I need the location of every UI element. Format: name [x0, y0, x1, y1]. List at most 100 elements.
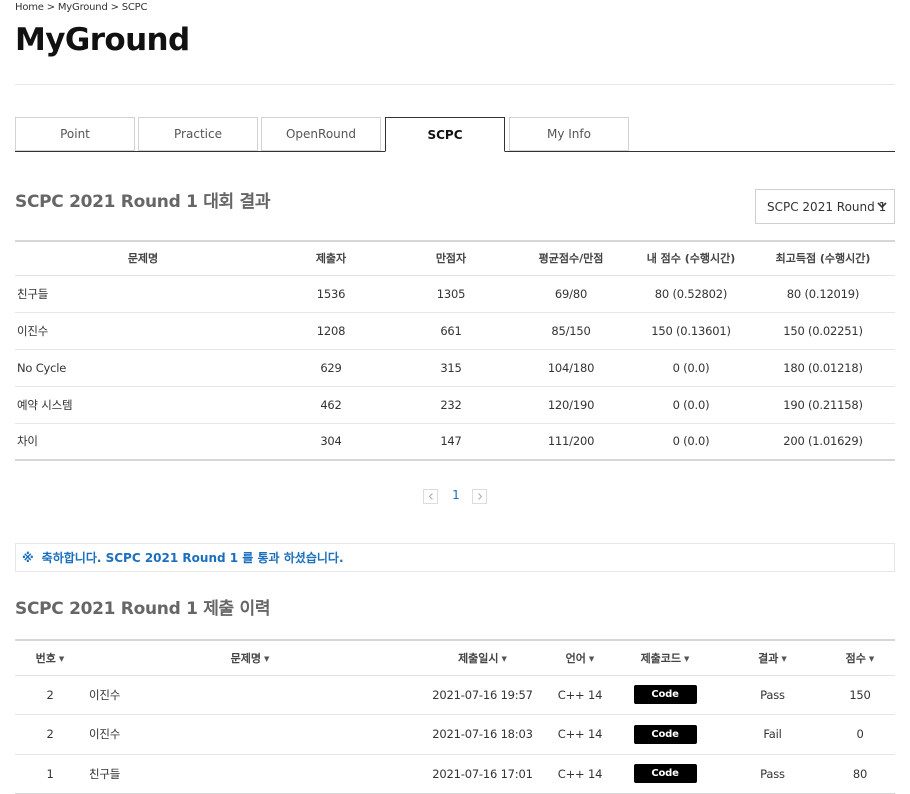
average-score: 111/200 [511, 423, 631, 461]
problem-name: 예약 시스템 [15, 386, 271, 424]
problem-name: 이진수 [85, 714, 415, 755]
perfect-scorers: 1305 [391, 275, 511, 313]
pagination: 1 [423, 488, 489, 504]
submission-history-table: 번호 ▼ 문제명 ▼ 제출일시 ▼ 언어 ▼ 제출코드 ▼ 결과 ▼ 점수 ▼ 2 이진수 2… [15, 639, 895, 794]
problem-name: 차이 [15, 423, 271, 461]
chevron-right-icon [477, 493, 482, 500]
sort-down-icon: ▼ [263, 654, 270, 663]
top-score: 200 (1.01629) [751, 423, 895, 461]
my-score: 0 (0.0) [631, 423, 751, 461]
result: Pass [720, 754, 825, 794]
submitters: 1536 [271, 275, 391, 313]
column-header-sortable[interactable]: 점수 ▼ [825, 640, 895, 676]
tab-scpc[interactable]: SCPC [385, 117, 505, 152]
column-header-sortable[interactable]: 결과 ▼ [720, 640, 825, 676]
result: Fail [720, 714, 825, 755]
tab-my-info[interactable]: My Info [509, 117, 629, 151]
score: 0 [825, 714, 895, 755]
results-title: SCPC 2021 Round 1 대회 결과 [15, 192, 271, 212]
average-score: 69/80 [511, 275, 631, 313]
submitters: 304 [271, 423, 391, 461]
submitters: 629 [271, 349, 391, 387]
column-header-sortable[interactable]: 문제명 ▼ [85, 640, 415, 676]
table-row: 1 친구들 2021-07-16 17:01 C++ 14 Code Pass … [15, 754, 895, 794]
problem-name: 친구들 [85, 754, 415, 794]
my-score: 150 (0.13601) [631, 312, 751, 350]
history-header-row: 번호 ▼ 문제명 ▼ 제출일시 ▼ 언어 ▼ 제출코드 ▼ 결과 ▼ 점수 ▼ [15, 640, 895, 676]
table-row: 차이 304 147 111/200 0 (0.0) 200 (1.01629) [15, 423, 895, 461]
round-select[interactable]: SCPC 2021 Round 1 [755, 189, 895, 224]
column-header: 제출자 [271, 241, 391, 276]
column-header: 문제명 [15, 241, 271, 276]
problem-name: 이진수 [15, 312, 271, 350]
table-row: 2 이진수 2021-07-16 18:03 C++ 14 Code Fail … [15, 714, 895, 755]
results-table: 문제명 제출자 만점자 평균점수/만점 내 점수 (수행시간) 최고득점 (수행… [15, 240, 895, 461]
submission-date: 2021-07-16 17:01 [415, 754, 550, 794]
code-cell: Code [610, 675, 720, 715]
column-header-sortable[interactable]: 제출코드 ▼ [610, 640, 720, 676]
column-header-sortable[interactable]: 번호 ▼ [15, 640, 85, 676]
sort-down-icon: ▼ [58, 654, 65, 663]
average-score: 104/180 [511, 349, 631, 387]
column-header-sortable[interactable]: 언어 ▼ [550, 640, 610, 676]
score: 80 [825, 754, 895, 794]
page-title: MyGround [15, 22, 190, 58]
sort-down-icon: ▼ [588, 654, 595, 663]
column-header-sortable[interactable]: 제출일시 ▼ [415, 640, 550, 676]
my-score: 0 (0.0) [631, 386, 751, 424]
language: C++ 14 [550, 714, 610, 755]
sort-down-icon: ▼ [781, 654, 787, 663]
average-score: 85/150 [511, 312, 631, 350]
language: C++ 14 [550, 754, 610, 794]
page-number[interactable]: 1 [450, 488, 462, 502]
problem-name: 이진수 [85, 675, 415, 715]
top-score: 80 (0.12019) [751, 275, 895, 313]
notice-text: 축하합니다. SCPC 2021 Round 1 를 통과 하셨습니다. [41, 551, 344, 565]
my-score: 80 (0.52802) [631, 275, 751, 313]
pass-notice: ※ 축하합니다. SCPC 2021 Round 1 를 통과 하셨습니다. [15, 543, 895, 572]
top-score: 190 (0.21158) [751, 386, 895, 424]
table-row: 예약 시스템 462 232 120/190 0 (0.0) 190 (0.21… [15, 386, 895, 424]
top-score: 150 (0.02251) [751, 312, 895, 350]
submitters: 1208 [271, 312, 391, 350]
code-cell: Code [610, 754, 720, 794]
my-score: 0 (0.0) [631, 349, 751, 387]
language: C++ 14 [550, 675, 610, 715]
code-cell: Code [610, 714, 720, 755]
chevron-left-icon [428, 493, 433, 500]
submitters: 462 [271, 386, 391, 424]
code-button[interactable]: Code [633, 724, 697, 744]
results-header-row: 문제명 제출자 만점자 평균점수/만점 내 점수 (수행시간) 최고득점 (수행… [15, 241, 895, 276]
result: Pass [720, 675, 825, 715]
tab-point[interactable]: Point [15, 117, 135, 151]
problem-name: No Cycle [15, 349, 271, 387]
table-row: 2 이진수 2021-07-16 19:57 C++ 14 Code Pass … [15, 675, 895, 715]
top-score: 180 (0.01218) [751, 349, 895, 387]
sort-down-icon: ▼ [501, 654, 507, 663]
perfect-scorers: 315 [391, 349, 511, 387]
code-button[interactable]: Code [633, 685, 697, 705]
column-header: 평균점수/만점 [511, 241, 631, 276]
round-select-value: SCPC 2021 Round 1 [767, 199, 887, 214]
code-button[interactable]: Code [633, 764, 697, 783]
perfect-scorers: 661 [391, 312, 511, 350]
notice-mark: ※ [22, 550, 34, 565]
chevron-down-icon [877, 202, 887, 209]
tab-practice[interactable]: Practice [138, 117, 258, 151]
next-page-button[interactable] [472, 489, 487, 504]
tab-openround[interactable]: OpenRound [261, 117, 381, 151]
tab-bar: Point Practice OpenRound SCPC My Info [15, 117, 895, 152]
perfect-scorers: 147 [391, 423, 511, 461]
score: 150 [825, 675, 895, 715]
table-row: No Cycle 629 315 104/180 0 (0.0) 180 (0.… [15, 349, 895, 387]
column-header: 최고득점 (수행시간) [751, 241, 895, 276]
sort-down-icon: ▼ [684, 654, 690, 663]
table-row: 친구들 1536 1305 69/80 80 (0.52802) 80 (0.1… [15, 275, 895, 313]
perfect-scorers: 232 [391, 386, 511, 424]
column-header: 내 점수 (수행시간) [631, 241, 751, 276]
prev-page-button[interactable] [423, 489, 438, 504]
sort-down-icon: ▼ [868, 654, 875, 663]
column-header: 만점자 [391, 241, 511, 276]
submission-number: 1 [15, 754, 85, 794]
average-score: 120/190 [511, 386, 631, 424]
